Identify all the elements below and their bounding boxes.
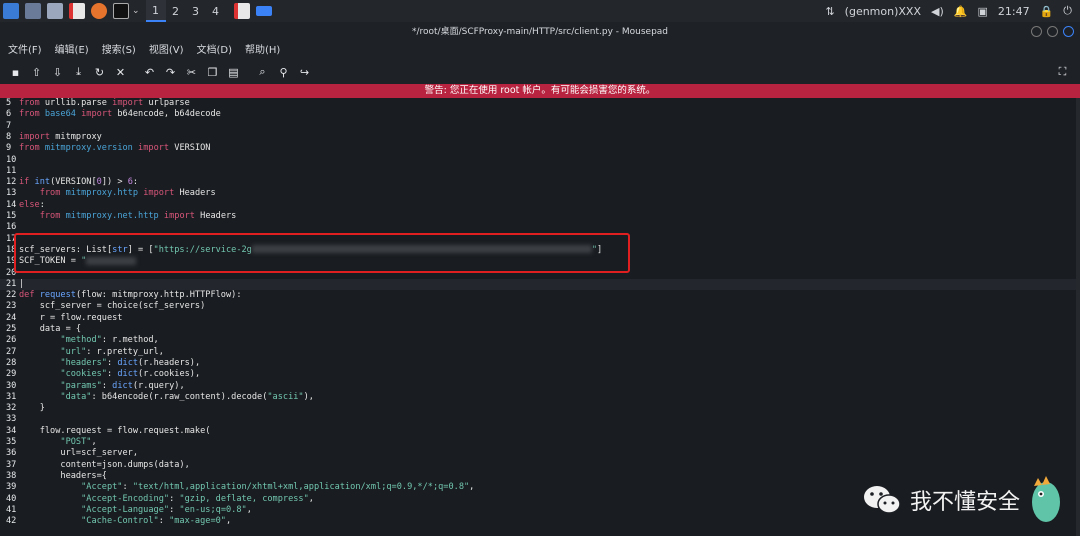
code-line: 34 flow.request = flow.request.make( [6,425,211,436]
code-line: 15 from mitmproxy.net.http import Header… [6,211,237,221]
window-title: */root/桌面/SCFProxy-main/HTTP/src/client.… [411,27,669,37]
code-line: 24 r = flow.request [6,312,123,323]
volume-icon[interactable]: ◀) [931,5,944,18]
power-icon[interactable]: ▣ [977,5,987,18]
toolbar: ▪ ⇧ ⇩ ⤓ ↻ ✕ ↶ ↷ ✂ ❐ ▤ ⌕ ⚲ ↪ ⛶ [0,60,1080,84]
code-line: 37 content=json.dumps(data), [6,459,190,470]
code-line: 28 "headers": dict(r.headers), [6,357,201,368]
workspace-1[interactable]: 1 [145,0,166,22]
wechat-icon [864,486,901,514]
save-as-icon[interactable]: ⤓ [73,65,84,79]
goto-icon[interactable]: ↪ [299,66,310,79]
network-icon[interactable]: ⇅ [825,5,834,18]
code-line: 29 "cookies": dict(r.cookies), [6,369,201,380]
watermark: 我不懂安全 [862,472,1064,528]
menu-document[interactable]: 文档(D) [197,42,233,60]
workspace-2[interactable]: 2 [166,0,186,22]
code-line: 10 [6,154,17,165]
root-warning-bar: 警告: 您正在使用 root 帐户。有可能会损害您的系统。 [0,84,1080,98]
find-icon[interactable]: ⌕ [257,65,268,79]
annotation-highlight-box [14,233,630,273]
clock[interactable]: 21:47 [998,5,1030,18]
undo-icon[interactable]: ↶ [144,66,155,79]
fullscreen-icon[interactable]: ⛶ [1057,65,1068,79]
code-line: 32 } [6,403,45,414]
menu-view[interactable]: 视图(V) [149,42,184,60]
firefox-icon[interactable] [91,3,107,19]
code-line: 33 [6,414,17,425]
lock-icon[interactable]: 🔒 [1040,5,1054,18]
menu-search[interactable]: 搜索(S) [102,42,136,60]
genmon-user[interactable]: (genmon)XXX [845,5,921,18]
paste-icon[interactable]: ▤ [228,66,239,79]
code-line: 6 from base64 import b64encode, b64decode [6,109,221,120]
code-line-current: 21 | [0,278,1076,291]
code-line: 13 from mitmproxy.http import Headers [6,188,216,199]
code-line: 5 from urllib.parse import urlparse [6,98,190,108]
text-editor-icon[interactable] [69,3,85,19]
menu-help[interactable]: 帮助(H) [245,42,280,60]
code-line: 14 else: [6,199,45,210]
warning-text: 警告: 您正在使用 root 帐户。有可能会损害您的系统。 [424,85,656,96]
code-line: 12 if int(VERSION[0]) > 6: [6,177,139,188]
system-tray: ⇅ (genmon)XXX ◀) 🔔 ▣ 21:47 🔒 ⏻ [825,0,1072,22]
minimize-button[interactable] [1031,26,1042,37]
terminal-launcher-icon[interactable] [25,3,41,19]
code-line: 35 "POST", [6,437,97,447]
code-line: 30 "params": dict(r.query), [6,380,185,391]
close-doc-icon[interactable]: ✕ [115,66,126,79]
notification-icon[interactable]: 🔔 [954,5,968,18]
window-titlebar[interactable]: */root/桌面/SCFProxy-main/HTTP/src/client.… [0,22,1080,42]
code-line: 8 import mitmproxy [6,131,102,142]
code-line: 26 "method": r.method, [6,335,159,346]
vertical-scrollbar[interactable] [1076,98,1080,536]
reload-icon[interactable]: ↻ [94,66,105,79]
find-replace-icon[interactable]: ⚲ [278,66,289,79]
logout-icon[interactable]: ⏻ [1063,4,1072,18]
open-file-icon[interactable]: ⇧ [31,66,42,79]
watermark-text: 我不懂安全 [910,490,1021,515]
taskbar: ⌄ 1 2 3 4 ⇅ (genmon)XXX ◀) 🔔 ▣ 21:47 🔒 ⏻ [0,0,1080,22]
new-file-icon[interactable]: ▪ [10,66,21,79]
code-line: 11 [6,165,17,176]
menu-file[interactable]: 文件(F) [8,42,42,60]
copy-icon[interactable]: ❐ [207,66,218,79]
menu-edit[interactable]: 编辑(E) [55,42,89,60]
code-line: 7 [6,120,12,131]
app-menu-icon[interactable] [3,3,19,19]
chevron-down-icon[interactable]: ⌄ [132,6,140,16]
mousepad-task-icon[interactable] [233,3,250,19]
code-line: 25 data = { [6,324,82,334]
code-editor[interactable]: 5 from urllib.parse import urlparse 6 from… [0,98,1076,536]
cut-icon[interactable]: ✂ [186,66,197,79]
terminal-icon[interactable] [113,3,129,19]
close-button[interactable] [1063,26,1074,37]
window-controls [1031,26,1074,37]
code-line: 27 "url": r.pretty_url, [6,346,164,357]
code-line: 36 url=scf_server, [6,448,138,459]
workspace-3[interactable]: 3 [186,0,206,22]
workspace-4[interactable]: 4 [206,0,226,22]
save-icon[interactable]: ⇩ [52,66,63,79]
code-line: 23 scf_server = choice(scf_servers) [6,301,206,312]
dinosaur-mascot-icon [1032,476,1061,522]
code-line: 31 "data": b64encode(r.raw_content).deco… [6,391,314,402]
code-line: 16 [6,222,17,233]
redo-icon[interactable]: ↷ [165,66,176,79]
code-line: 9 from mitmproxy.version import VERSION [6,143,211,154]
menu-bar: 文件(F) 编辑(E) 搜索(S) 视图(V) 文档(D) 帮助(H) [0,42,1080,60]
maximize-button[interactable] [1047,26,1058,37]
folder-task-icon[interactable] [255,6,272,16]
code-line: 22 def request(flow: mitmproxy.http.HTTPF… [6,290,242,301]
file-manager-icon[interactable] [47,3,63,19]
